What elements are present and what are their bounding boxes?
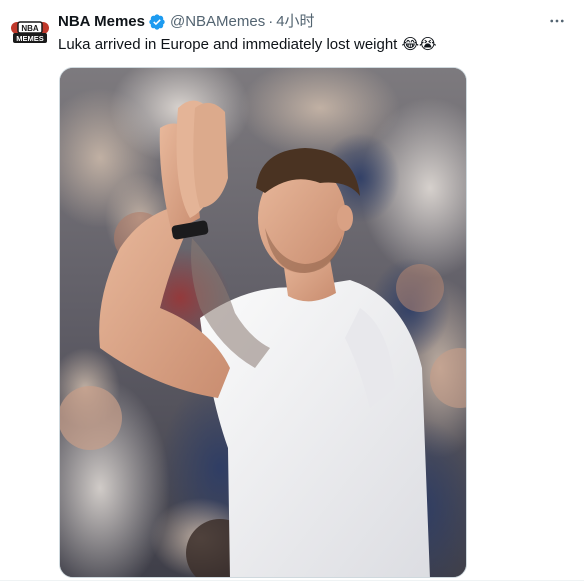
tweet-photo[interactable] xyxy=(59,67,467,578)
svg-text:NBA: NBA xyxy=(21,24,39,33)
handle[interactable]: @NBAMemes xyxy=(170,12,265,32)
verified-badge-icon xyxy=(148,13,166,31)
timestamp[interactable]: 4小时 xyxy=(276,12,314,32)
tweet-header: NBA Memes @NBAMemes · 4小时 xyxy=(58,12,315,32)
photo-illustration xyxy=(60,68,466,577)
more-options-icon xyxy=(550,19,564,23)
avatar[interactable]: NBA MEMES xyxy=(10,12,50,52)
separator-dot: · xyxy=(268,13,274,30)
nba-memes-logo: NBA MEMES xyxy=(10,12,50,52)
tweet-body: Luka arrived in Europe and immediately l… xyxy=(58,36,398,53)
tweet-card[interactable]: NBA MEMES NBA Memes @NBAMemes · 4小时 Luka… xyxy=(0,0,584,581)
tweet-text: Luka arrived in Europe and immediately l… xyxy=(58,34,437,55)
svg-text:MEMES: MEMES xyxy=(16,34,44,43)
tweet-emoji: 😂😭 xyxy=(401,35,437,53)
more-options-button[interactable] xyxy=(542,8,572,34)
display-name[interactable]: NBA Memes xyxy=(58,12,145,32)
